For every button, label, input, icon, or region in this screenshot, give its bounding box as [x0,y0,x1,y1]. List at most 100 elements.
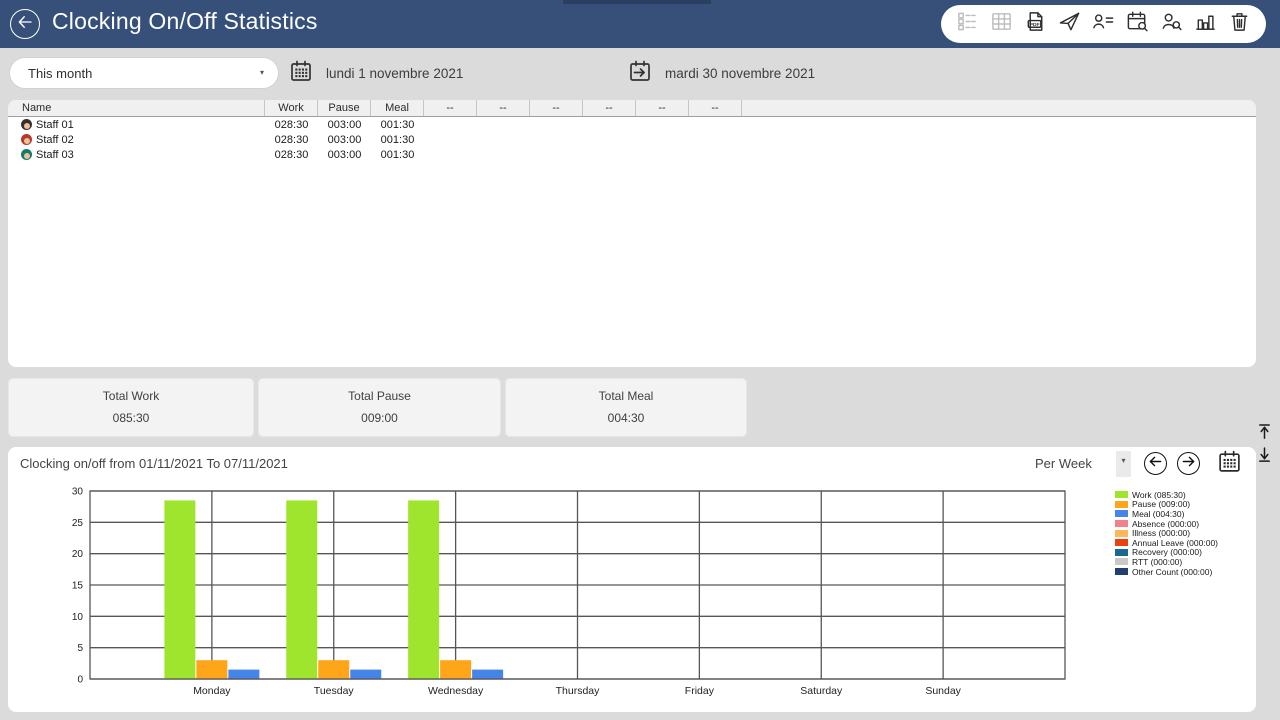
column-header-name[interactable]: Name [8,100,265,116]
staff-table-header: NameWorkPauseMeal------------ [8,100,1256,117]
total-card: Total Meal 004:30 [505,378,747,437]
export-pdf-icon: PDF [1024,10,1047,38]
svg-text:Wednesday: Wednesday [428,685,484,697]
column-header-extra-7[interactable]: -- [583,100,636,116]
staff-table-body: Staff 01028:30003:00001:30 Staff 02 028:30… [8,117,1256,162]
svg-text:10: 10 [72,612,84,623]
delete-icon [1228,10,1251,38]
report-grid-button[interactable] [987,10,1015,38]
staff-name: Staff 03 [36,149,74,161]
bar-chart: 051015202530MondayTuesdayWednesdayThursd… [64,485,1074,699]
total-card-value: 004:30 [608,411,645,425]
svg-text:Thursday: Thursday [556,685,601,697]
schedule-search-button[interactable] [1124,10,1152,38]
legend-label: Recovery (000:00) [1132,547,1202,557]
staff-name-cell: Staff 02 [8,134,265,146]
staff-name-cell: Staff 03 [8,149,265,161]
column-header-extra-5[interactable]: -- [477,100,530,116]
chart-period-select[interactable]: ▾ [1116,451,1131,477]
staff-avatar [21,119,32,130]
svg-text:Saturday: Saturday [800,685,843,697]
legend-item: Absence (000:00) [1115,519,1255,529]
scroll-bottom-icon [1257,446,1272,468]
chart-period-value: Per Week [1035,456,1095,471]
toolbar: PDF [941,5,1266,43]
date-to-picker[interactable]: mardi 30 novembre 2021 [628,55,815,91]
legend-item: Annual Leave (000:00) [1115,538,1255,548]
legend-swatch [1115,558,1128,565]
total-card-label: Total Work [103,389,159,403]
svg-text:30: 30 [72,487,84,498]
legend-swatch [1115,491,1128,498]
svg-text:20: 20 [72,549,84,560]
legend-label: Annual Leave (000:00) [1132,538,1218,548]
legend-swatch [1115,530,1128,537]
total-card-label: Total Meal [599,389,654,403]
legend-label: Absence (000:00) [1132,519,1199,529]
total-card: Total Pause009:00 [258,378,501,437]
send-report-button[interactable] [1055,10,1083,38]
scroll-to-bottom-button[interactable] [1254,447,1274,467]
legend-label: Illness (000:00) [1132,528,1190,538]
svg-text:Sunday: Sunday [925,685,961,697]
calendar-icon [1217,449,1242,479]
previous-period-button[interactable] [1144,452,1167,475]
legend-swatch [1115,501,1128,508]
date-from-value: lundi 1 novembre 2021 [326,66,463,81]
legend-label: RTT (000:00) [1132,557,1182,567]
value-cell: 001:30 [371,119,424,131]
svg-text:0: 0 [77,675,83,686]
legend-item: Other Count (000:00) [1115,567,1255,577]
period-select[interactable]: This month ▾ [10,58,278,88]
arrow-right-icon [1182,455,1195,473]
employee-search-button[interactable] [1158,10,1186,38]
column-header-work[interactable]: Work [265,100,318,116]
legend-item: RTT (000:00) [1115,557,1255,567]
back-button[interactable] [10,9,40,39]
total-card-value: 085:30 [113,411,150,425]
legend-swatch [1115,549,1128,556]
legend-swatch [1115,539,1128,546]
legend-item: Work (085:30) [1115,490,1255,500]
table-row[interactable]: Staff 03028:30003:00001:30 [8,147,1256,162]
staff-avatar [21,149,32,160]
employee-list-icon [1092,10,1115,38]
table-row[interactable]: Staff 02028:30003:00001:30 [8,132,1256,147]
svg-text:Friday: Friday [685,685,715,697]
chart-title: Clocking on/off from 01/11/2021 To 07/11… [20,456,288,471]
column-header-pause[interactable]: Pause [318,100,371,116]
chevron-down-icon: ▾ [260,69,264,77]
column-header-meal[interactable]: Meal [371,100,424,116]
legend-label: Meal (004:30) [1132,509,1184,519]
svg-text:25: 25 [72,518,84,529]
value-cell: 003:00 [318,134,371,146]
legend-item: Recovery (000:00) [1115,548,1255,558]
statistics-button[interactable] [1192,10,1220,38]
totals-row: Total Work085:30Total Pause009:00Total M… [8,378,756,437]
delete-button[interactable] [1226,10,1254,38]
value-cell: 028:30 [265,134,318,146]
date-to-value: mardi 30 novembre 2021 [665,66,815,81]
value-cell: 028:30 [265,149,318,161]
legend-item: Pause (009:00) [1115,500,1255,510]
chart-legend: Work (085:30)Pause (009:00)Meal (004:30)… [1115,490,1255,576]
schedule-search-icon [1126,10,1149,38]
chevron-down-icon: ▾ [1121,457,1125,465]
export-pdf-button[interactable]: PDF [1021,10,1049,38]
column-header-extra-8[interactable]: -- [636,100,689,116]
date-from-picker[interactable]: lundi 1 novembre 2021 [289,55,463,91]
column-header-extra-6[interactable]: -- [530,100,583,116]
calendar-picker-button[interactable] [1216,450,1243,477]
value-cell: 001:30 [371,149,424,161]
next-period-button[interactable] [1177,452,1200,475]
back-arrow-icon [16,13,34,36]
legend-swatch [1115,568,1128,575]
employee-list-button[interactable] [1089,10,1117,38]
column-header-extra-9[interactable]: -- [689,100,742,116]
scroll-to-top-button[interactable] [1254,424,1274,444]
column-header-extra-4[interactable]: -- [424,100,477,116]
staff-name: Staff 02 [36,134,74,146]
report-list-button[interactable] [953,10,981,38]
page-title: Clocking On/Off Statistics [52,8,318,35]
table-row[interactable]: Staff 01028:30003:00001:30 [8,117,1256,132]
